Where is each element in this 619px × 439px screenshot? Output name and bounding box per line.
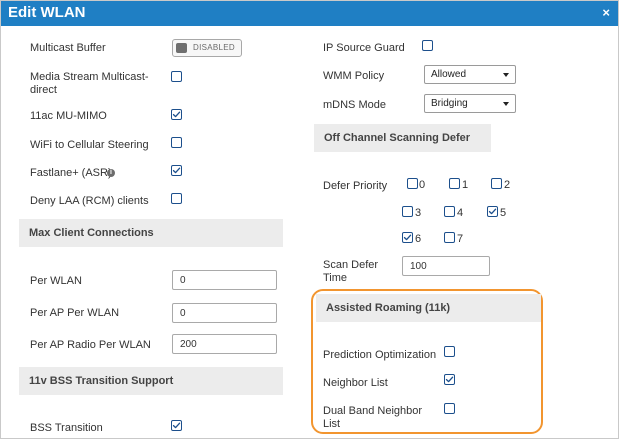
mdns-mode-label: mDNS Mode	[323, 99, 386, 111]
per-wlan-label: Per WLAN	[30, 275, 82, 287]
multicast-buffer-toggle[interactable]: DISABLED	[172, 39, 242, 57]
prediction-optimization-label: Prediction Optimization	[323, 349, 437, 361]
dialog-titlebar: Edit WLAN ×	[1, 1, 618, 26]
toggle-state-text: DISABLED	[193, 43, 235, 52]
deny-laa-label: Deny LAA (RCM) clients	[30, 195, 149, 207]
bss-transition-label: BSS Transition	[30, 422, 103, 434]
chevron-down-icon	[503, 102, 509, 106]
defer-priority-5-label: 5	[500, 207, 507, 219]
info-icon[interactable]: i	[107, 169, 115, 177]
assisted-roaming-section: Assisted Roaming (11k)	[316, 294, 541, 322]
defer-priority-3-label: 3	[415, 207, 422, 219]
defer-priority-6-label: 6	[415, 233, 422, 245]
mdns-mode-value: Bridging	[431, 98, 468, 109]
scan-defer-time-input[interactable]: 100	[402, 256, 490, 276]
off-channel-scanning-defer-section: Off Channel Scanning Defer	[314, 124, 491, 152]
dialog-title: Edit WLAN	[8, 4, 86, 21]
defer-priority-label: Defer Priority	[323, 180, 388, 192]
dual-band-neighbor-list-checkbox[interactable]	[444, 403, 455, 414]
defer-priority-2-label: 2	[504, 179, 511, 191]
per-ap-radio-per-wlan-input[interactable]: 200	[172, 334, 277, 354]
neighbor-list-checkbox[interactable]	[444, 374, 455, 385]
prediction-optimization-checkbox[interactable]	[444, 346, 455, 357]
wmm-policy-value: Allowed	[431, 69, 467, 80]
toggle-knob	[176, 43, 187, 53]
wmm-policy-select[interactable]: Allowed	[424, 65, 516, 84]
max-client-connections-section: Max Client Connections	[19, 219, 283, 247]
media-stream-label: Media Stream Multicast-direct	[30, 71, 149, 96]
fastlane-checkbox[interactable]	[171, 165, 182, 176]
wifi-cellular-label: WiFi to Cellular Steering	[30, 139, 149, 151]
fastlane-label: Fastlane+ (ASR)	[30, 167, 112, 179]
per-ap-per-wlan-input[interactable]: 0	[172, 303, 277, 323]
per-ap-per-wlan-label: Per AP Per WLAN	[30, 307, 120, 319]
ip-source-guard-checkbox[interactable]	[422, 40, 433, 51]
mdns-mode-select[interactable]: Bridging	[424, 94, 516, 113]
dual-band-neighbor-list-label: Dual Band Neighbor List	[323, 405, 423, 430]
defer-priority-4-checkbox[interactable]	[444, 206, 455, 217]
mu-mimo-checkbox[interactable]	[171, 109, 182, 120]
defer-priority-7-label: 7	[457, 233, 464, 245]
defer-priority-6-checkbox[interactable]	[402, 232, 413, 243]
per-wlan-input[interactable]: 0	[172, 270, 277, 290]
defer-priority-2-checkbox[interactable]	[491, 178, 502, 189]
defer-priority-3-checkbox[interactable]	[402, 206, 413, 217]
close-icon[interactable]: ×	[602, 5, 610, 20]
chevron-down-icon	[503, 73, 509, 77]
defer-priority-0-checkbox[interactable]	[407, 178, 418, 189]
media-stream-checkbox[interactable]	[171, 71, 182, 82]
per-ap-radio-per-wlan-label: Per AP Radio Per WLAN	[30, 339, 151, 351]
bss-transition-checkbox[interactable]	[171, 420, 182, 431]
edit-wlan-dialog: Edit WLAN × Multicast Buffer DISABLED Me…	[0, 0, 619, 439]
defer-priority-1-label: 1	[462, 179, 469, 191]
bss-transition-support-section: 11v BSS Transition Support	[19, 367, 283, 395]
defer-priority-7-checkbox[interactable]	[444, 232, 455, 243]
defer-priority-4-label: 4	[457, 207, 464, 219]
multicast-buffer-label: Multicast Buffer	[30, 42, 106, 54]
wifi-cellular-checkbox[interactable]	[171, 137, 182, 148]
defer-priority-0-label: 0	[419, 179, 426, 191]
mu-mimo-label: 11ac MU-MIMO	[30, 110, 107, 122]
defer-priority-5-checkbox[interactable]	[487, 206, 498, 217]
scan-defer-time-label: Scan Defer Time	[323, 259, 379, 284]
wmm-policy-label: WMM Policy	[323, 70, 385, 82]
deny-laa-checkbox[interactable]	[171, 193, 182, 204]
neighbor-list-label: Neighbor List	[323, 377, 388, 389]
defer-priority-1-checkbox[interactable]	[449, 178, 460, 189]
ip-source-guard-label: IP Source Guard	[323, 42, 405, 54]
